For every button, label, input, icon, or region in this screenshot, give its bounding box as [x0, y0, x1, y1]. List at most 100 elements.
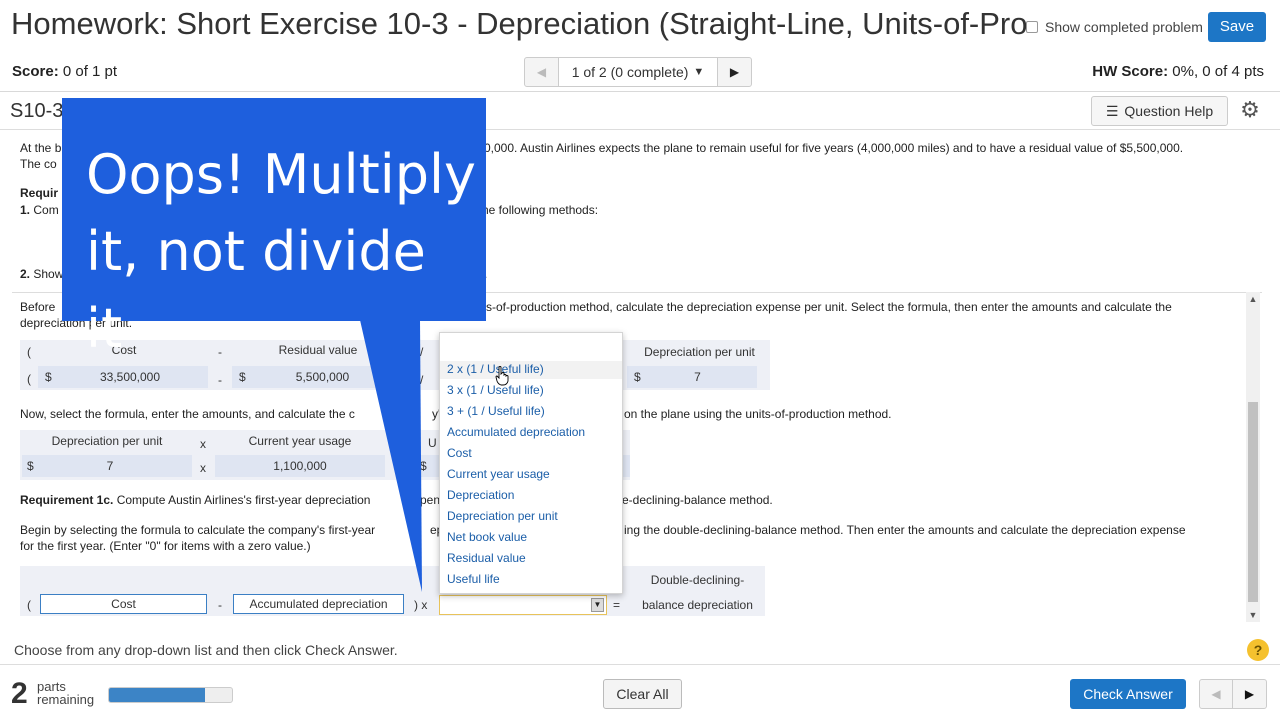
- hw-score-label: HW Score:: [1092, 63, 1169, 80]
- formula3-open-paren: (: [27, 598, 31, 612]
- formula2-usage-header: Current year usage: [248, 434, 352, 448]
- requirements-heading: Requir: [20, 186, 59, 200]
- formula2-dpu-value: 7: [106, 459, 114, 473]
- gear-icon[interactable]: ⚙: [1238, 98, 1262, 122]
- requirement-1c-start: Compute Austin Airlines's first-year dep…: [116, 493, 371, 507]
- footer: 2 parts remaining Clear All Check Answer…: [0, 664, 1280, 720]
- hw-score-value: 0%, 0 of 4 pts: [1172, 63, 1264, 80]
- now-text-start: Now, select the formula, enter the amoun…: [20, 407, 355, 421]
- formula1-dpu-header: Depreciation per unit: [644, 345, 755, 359]
- check-answer-button[interactable]: Check Answer: [1070, 679, 1186, 709]
- formula1-minus: -: [218, 373, 222, 387]
- dropdown-option[interactable]: Useful life: [447, 572, 500, 586]
- question-position: 1 of 2 (0 complete): [571, 64, 689, 80]
- triangle-right-icon: ▶: [729, 65, 740, 79]
- before-text-start: Before: [20, 300, 56, 314]
- formula2-times: x: [200, 461, 206, 475]
- rate-dropdown-list: 2 x (1 / Useful life) 3 x (1 / Useful li…: [439, 332, 623, 594]
- intro-line1-end: 0,000. Austin Airlines expects the plane…: [484, 141, 1184, 155]
- dpu-dollar-sign: $: [634, 370, 641, 384]
- triangle-left-icon: ◀: [1211, 687, 1221, 701]
- progress-fill: [109, 688, 205, 702]
- hw-score: HW Score: 0%, 0 of 4 pts: [1092, 63, 1264, 80]
- score-bar: Score: 0 of 1 pt ◀ 1 of 2 (0 complete) ▼…: [0, 54, 1280, 92]
- scroll-down-icon[interactable]: ▼: [1246, 608, 1260, 622]
- score-value: 0 of 1 pt: [62, 63, 118, 80]
- requirement-1-number: 1.: [20, 203, 31, 217]
- dropdown-option[interactable]: Current year usage: [447, 467, 550, 481]
- help-icon[interactable]: ?: [1247, 639, 1269, 661]
- scrollbar[interactable]: ▲ ▼: [1246, 292, 1260, 622]
- formula2-dpu-header: Depreciation per unit: [51, 434, 163, 448]
- requirement-1-start: Com: [33, 203, 59, 217]
- next-question-button[interactable]: ▶: [717, 58, 751, 86]
- formula2-times-header: x: [200, 437, 206, 451]
- cost-value: 33,500,000: [99, 370, 161, 384]
- requirement-2-number: 2.: [20, 267, 31, 281]
- previous-question-button[interactable]: ◀: [525, 58, 559, 86]
- formula3-minus: -: [218, 598, 222, 612]
- rate-select[interactable]: ▼: [439, 595, 607, 615]
- cost-select[interactable]: Cost: [40, 594, 207, 614]
- dropdown-option[interactable]: Residual value: [447, 551, 526, 565]
- parts-label-line2: remaining: [37, 692, 95, 707]
- requirement-1c-end: e-declining-balance method.: [622, 493, 773, 507]
- requirement-1c: Requirement 1c. Compute Austin Airlines'…: [20, 492, 370, 508]
- show-completed-label: Show completed problem: [1045, 19, 1203, 35]
- question-select[interactable]: 1 of 2 (0 complete) ▼: [559, 58, 717, 86]
- scroll-thumb[interactable]: [1248, 402, 1258, 602]
- formula1-open-paren: (: [27, 372, 31, 386]
- accumulated-depreciation-select[interactable]: Accumulated depreciation: [233, 594, 404, 614]
- question-navigator: ◀ 1 of 2 (0 complete) ▼ ▶: [524, 57, 752, 87]
- dpu-value: 7: [694, 370, 701, 384]
- dropdown-option[interactable]: Depreciation: [447, 488, 514, 502]
- formula2-u-header: U: [428, 436, 437, 450]
- clear-all-button[interactable]: Clear All: [603, 679, 682, 709]
- save-button[interactable]: Save: [1208, 12, 1266, 42]
- triangle-left-icon: ◀: [536, 65, 547, 79]
- show-completed-checkbox[interactable]: [1026, 21, 1038, 33]
- score-label: Score:: [12, 63, 59, 80]
- show-completed-toggle[interactable]: Show completed problem: [1026, 19, 1203, 35]
- triangle-right-icon: ▶: [1244, 687, 1255, 701]
- requirement-2-start: Show: [33, 267, 64, 281]
- begin-text-line2: for the first year. (Enter "0" for items…: [20, 539, 311, 553]
- residual-dollar-sign: $: [239, 370, 246, 384]
- requirement-1c-mid: pen: [420, 493, 441, 507]
- requirement-1: 1. Com: [20, 203, 59, 217]
- formula2-result-dollar-sign: $: [420, 459, 427, 473]
- requirement-2: 2. Show: [20, 267, 63, 281]
- callout-bubble: Oops! Multiply it, not divide it: [62, 98, 486, 360]
- question-help-button[interactable]: ☰ Question Help: [1091, 96, 1228, 126]
- parts-remaining-label: parts remaining: [37, 680, 94, 706]
- part-navigator: ◀ ▶: [1199, 679, 1267, 709]
- dropdown-option[interactable]: Cost: [447, 446, 472, 460]
- hand-cursor-icon: [495, 366, 509, 386]
- page-title: Homework: Short Exercise 10-3 - Deprecia…: [11, 6, 1026, 41]
- ddb-header-line1: Double-declining-: [650, 573, 745, 587]
- scroll-up-icon[interactable]: ▲: [1246, 292, 1260, 306]
- intro-line1-start: At the b: [20, 141, 62, 155]
- formula2-dpu-dollar-sign: $: [27, 459, 34, 473]
- current-year-usage-value: 1,100,000: [273, 459, 327, 473]
- dropdown-option[interactable]: Accumulated depreciation: [447, 425, 585, 439]
- dropdown-option[interactable]: Net book value: [447, 530, 527, 544]
- score: Score: 0 of 1 pt: [12, 63, 117, 80]
- dropdown-option[interactable]: 3 + (1 / Useful life): [447, 404, 545, 418]
- progress-bar: [108, 687, 233, 703]
- formula1-open-paren-header: (: [27, 345, 31, 359]
- parts-remaining-count: 2: [11, 677, 28, 710]
- caret-down-icon: ▼: [693, 66, 705, 78]
- question-help-label: Question Help: [1124, 103, 1214, 119]
- previous-part-button[interactable]: ◀: [1200, 680, 1234, 708]
- begin-text-end: ing the double-declining-balance method.…: [624, 523, 1186, 537]
- begin-text-start: Begin by selecting the formula to calcul…: [20, 523, 376, 537]
- residual-value: 5,500,000: [295, 370, 350, 384]
- title-bar: Homework: Short Exercise 10-3 - Deprecia…: [0, 0, 1280, 54]
- dropdown-option[interactable]: Depreciation per unit: [447, 509, 558, 523]
- callout-text: Oops! Multiply it, not divide it: [86, 143, 476, 360]
- formula3-equals: =: [613, 598, 621, 612]
- hint-text: Choose from any drop-down list and then …: [14, 642, 398, 658]
- next-part-button[interactable]: ▶: [1233, 680, 1266, 708]
- dropdown-arrow-icon[interactable]: ▼: [591, 598, 604, 612]
